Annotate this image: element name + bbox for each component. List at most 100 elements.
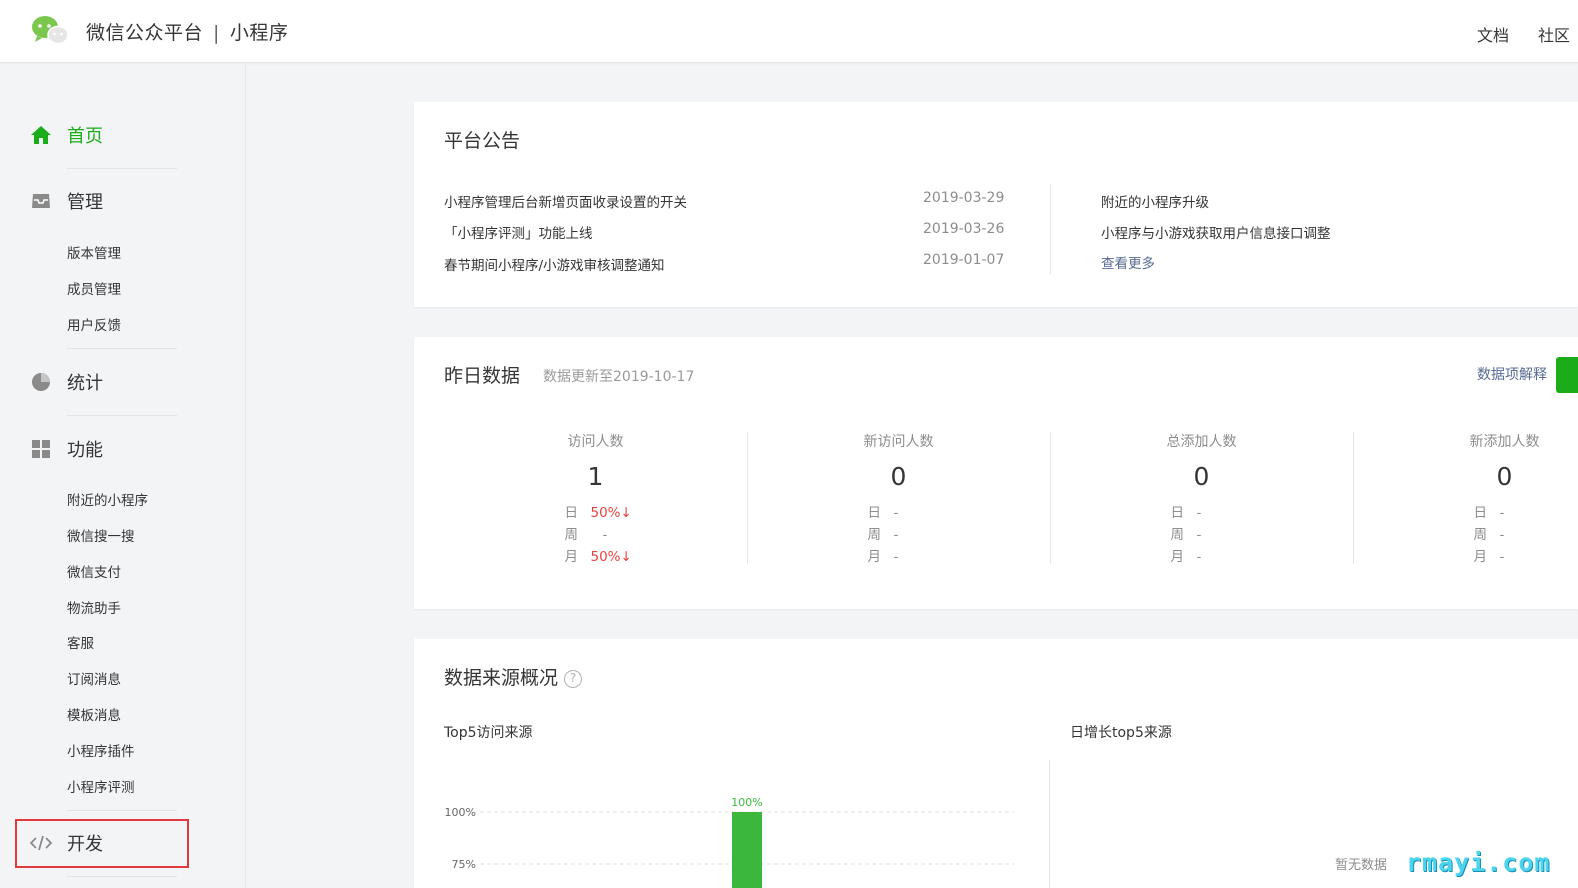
row-label-day: 日 <box>564 505 579 521</box>
metric-label: 新添加人数 <box>1469 434 1540 450</box>
metric-label: 访问人数 <box>567 434 624 450</box>
row-label-week: 周 <box>1170 527 1185 543</box>
sidebar-item-pay[interactable]: 微信支付 <box>67 561 121 581</box>
divider <box>67 876 177 877</box>
sidebar-item-features[interactable]: 功能 <box>30 437 103 461</box>
notice-date: 2019-03-26 <box>923 221 1005 237</box>
brand-title[interactable]: 微信公众平台 | 小程序 <box>86 18 288 45</box>
chart-y-tick-label: 100% <box>445 806 476 819</box>
row-label-day: 日 <box>1473 505 1488 521</box>
divider <box>67 168 177 169</box>
sidebar-item-manage[interactable]: 管理 <box>30 189 103 213</box>
row-label-day: 日 <box>867 505 882 521</box>
metric-month-change: - <box>1499 549 1505 565</box>
row-label-month: 月 <box>1473 549 1488 565</box>
metric-month-change: - <box>1196 549 1202 565</box>
inbox-icon <box>30 190 52 212</box>
view-more-link[interactable]: 查看更多 <box>1101 252 1155 272</box>
metric-day-change: - <box>893 505 899 521</box>
metric-new-adds: 新添加人数 0 日- 周- 月- <box>1353 432 1578 565</box>
sidebar-label-stats: 统计 <box>67 373 103 394</box>
watermark-text: rmayi.com <box>1406 848 1551 877</box>
sidebar-item-evaluation[interactable]: 小程序评测 <box>67 776 135 796</box>
sidebar <box>0 64 246 888</box>
notice-item[interactable]: 附近的小程序升级 <box>1101 191 1209 211</box>
metric-month-change: - <box>893 549 899 565</box>
help-icon[interactable]: ? <box>564 670 583 688</box>
yesterday-title: 昨日数据 <box>444 365 521 387</box>
metric-new-visitors: 新访问人数 0 日- 周- 月- <box>747 432 1050 565</box>
divider <box>67 348 177 349</box>
row-label-day: 日 <box>1170 505 1185 521</box>
highlight-box <box>15 819 189 868</box>
grid-icon <box>30 438 52 460</box>
sidebar-item-template-msg[interactable]: 模板消息 <box>67 704 121 724</box>
sidebar-label-features: 功能 <box>67 440 103 461</box>
sidebar-item-home[interactable]: 首页 <box>30 123 103 147</box>
sidebar-item-members[interactable]: 成员管理 <box>67 278 121 298</box>
metric-week-change: - <box>602 527 608 543</box>
metric-value: 1 <box>587 462 604 491</box>
row-label-month: 月 <box>867 549 882 565</box>
row-label-week: 周 <box>867 527 882 543</box>
home-icon <box>30 124 52 146</box>
notice-item[interactable]: 小程序与小游戏获取用户信息接口调整 <box>1101 222 1331 242</box>
divider <box>67 415 177 416</box>
docs-link[interactable]: 文档 <box>1477 22 1509 46</box>
data-explain-link[interactable]: 数据项解释 <box>1477 364 1547 384</box>
sidebar-label-manage: 管理 <box>67 192 103 213</box>
metric-visitors: 访问人数 1 日 50%↓ 周 - 月 50%↓ <box>444 432 747 565</box>
wechat-logo-icon[interactable] <box>30 14 70 46</box>
sidebar-item-nearby[interactable]: 附近的小程序 <box>67 489 148 509</box>
chart-bar[interactable] <box>732 812 762 888</box>
metric-label: 新访问人数 <box>863 434 934 450</box>
metric-label: 总添加人数 <box>1166 434 1237 450</box>
sidebar-item-customer-service[interactable]: 客服 <box>67 632 94 652</box>
metric-month-change: 50%↓ <box>590 549 632 565</box>
metric-value: 0 <box>1496 462 1513 491</box>
data-source-title: 数据来源概况 <box>444 667 559 689</box>
metric-day-change: 50%↓ <box>590 505 632 521</box>
row-label-month: 月 <box>564 549 579 565</box>
community-link[interactable]: 社区 <box>1538 22 1570 46</box>
chart-title-top5: Top5访问来源 <box>444 725 533 741</box>
divider <box>1049 760 1050 888</box>
metric-value: 0 <box>1193 462 1210 491</box>
sidebar-item-stats[interactable]: 统计 <box>30 370 103 394</box>
notice-date: 2019-01-07 <box>923 252 1005 268</box>
metric-week-change: - <box>893 527 899 543</box>
sidebar-item-feedback[interactable]: 用户反馈 <box>67 314 121 334</box>
yesterday-data-card: 昨日数据 数据更新至2019-10-17 数据项解释 访问人数 1 日 50%↓ … <box>414 337 1578 609</box>
chart-title-growth: 日增长top5来源 <box>1070 725 1172 741</box>
metric-day-change: - <box>1196 505 1202 521</box>
notice-date: 2019-03-29 <box>923 190 1005 206</box>
divider <box>1050 184 1051 274</box>
sidebar-item-version[interactable]: 版本管理 <box>67 242 121 262</box>
metric-week-change: - <box>1196 527 1202 543</box>
notice-item[interactable]: 「小程序评测」功能上线 <box>444 222 593 242</box>
row-label-month: 月 <box>1170 549 1185 565</box>
sidebar-item-logistics[interactable]: 物流助手 <box>67 597 121 617</box>
sidebar-item-plugins[interactable]: 小程序插件 <box>67 740 135 760</box>
product-name: 小程序 <box>229 22 289 44</box>
pie-chart-icon <box>30 371 52 393</box>
metric-week-change: - <box>1499 527 1505 543</box>
announcements-title: 平台公告 <box>444 130 521 152</box>
row-label-week: 周 <box>564 527 579 543</box>
green-action-button[interactable] <box>1556 357 1578 393</box>
update-time: 数据更新至2019-10-17 <box>543 369 695 385</box>
chart-data-label: 100% <box>731 796 762 809</box>
top-bar: 微信公众平台 | 小程序 文档 社区 <box>0 0 1578 63</box>
metric-total-adds: 总添加人数 0 日- 周- 月- <box>1050 432 1353 565</box>
no-data-label: 暂无数据 <box>1335 858 1388 873</box>
sidebar-label-home: 首页 <box>67 126 103 147</box>
notice-item[interactable]: 春节期间小程序/小游戏审核调整通知 <box>444 254 665 274</box>
chart-y-tick-label: 75% <box>452 858 476 871</box>
top5-source-chart: 100% 75% 100% <box>445 796 1014 888</box>
notice-item[interactable]: 小程序管理后台新增页面收录设置的开关 <box>444 191 687 211</box>
sidebar-item-subscribe-msg[interactable]: 订阅消息 <box>67 668 121 688</box>
row-label-week: 周 <box>1473 527 1488 543</box>
divider <box>67 810 177 811</box>
sidebar-item-search[interactable]: 微信搜一搜 <box>67 525 135 545</box>
metric-value: 0 <box>890 462 907 491</box>
